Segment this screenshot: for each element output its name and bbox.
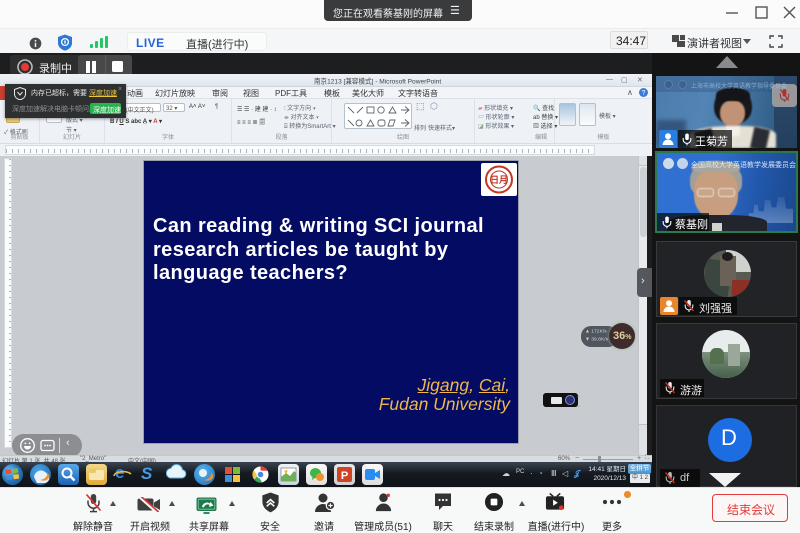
svg-text:P: P <box>341 470 348 482</box>
svg-text:日月: 日月 <box>490 175 508 185</box>
svg-text:?: ? <box>642 90 646 97</box>
